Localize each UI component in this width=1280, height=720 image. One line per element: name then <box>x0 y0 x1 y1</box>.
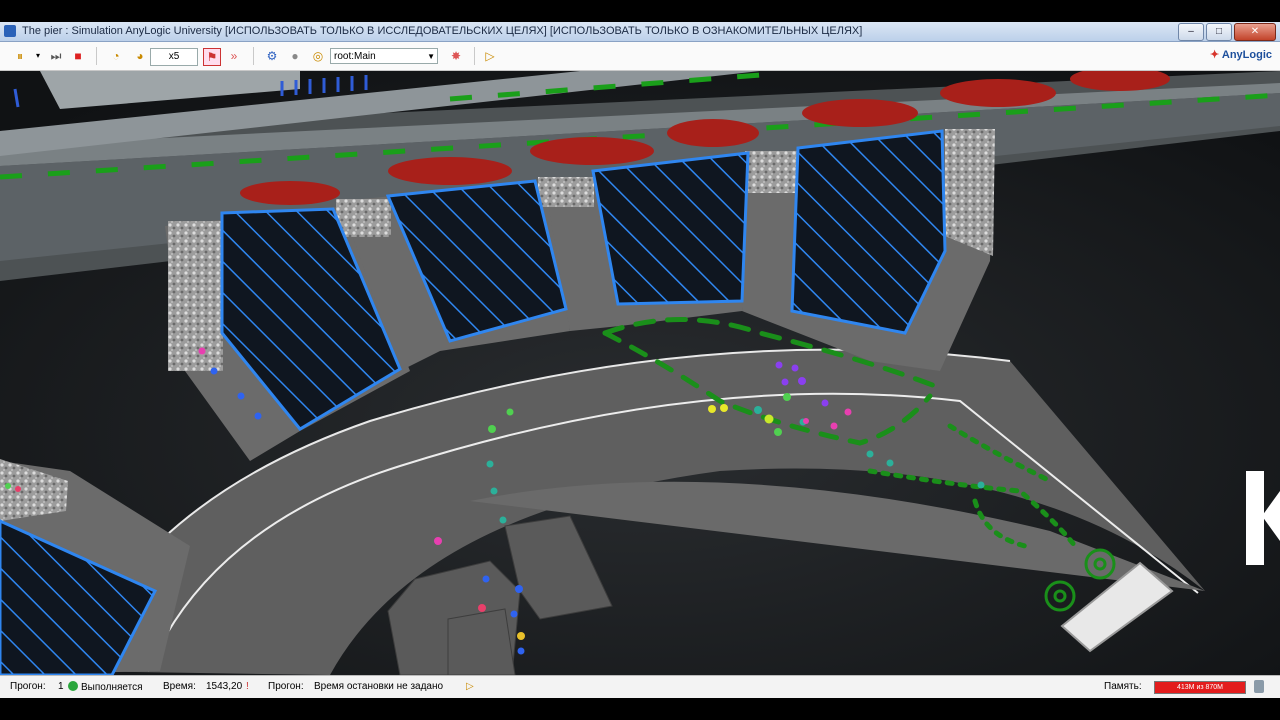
memory-label: Память: <box>1104 681 1142 692</box>
run-state: Выполняется <box>68 681 143 693</box>
brand-logo: ✦ AnyLogic <box>1210 49 1272 61</box>
run-label: Прогон: <box>10 681 46 692</box>
navigation-select-value: root:Main <box>334 51 376 62</box>
running-icon <box>68 681 78 691</box>
run-value: 1 <box>58 681 64 692</box>
close-icon[interactable]: ✕ <box>1234 23 1276 41</box>
run-pause-icon[interactable]: ⏸ <box>12 48 28 64</box>
time-marker-icon: ! <box>246 681 249 692</box>
minimize-icon[interactable]: – <box>1178 23 1204 41</box>
pier-scene <box>0 71 1280 675</box>
realtime-icon[interactable]: ⚑ <box>203 48 221 66</box>
stop-value: Время остановки не задано <box>314 681 444 692</box>
app-icon <box>4 25 16 37</box>
stop-icon[interactable]: ■ <box>70 48 86 64</box>
run-menu-chevron-icon[interactable]: ▾ <box>30 48 46 64</box>
status-bar: Прогон: 1 Выполняется Время: 1543,20 ! П… <box>0 675 1280 698</box>
status-next-icon[interactable]: ▷ <box>466 681 474 692</box>
maximize-icon[interactable]: □ <box>1206 23 1232 41</box>
window-title: The pier : Simulation AnyLogic Universit… <box>22 25 863 37</box>
stop-label: Прогон: <box>268 681 304 692</box>
camera-icon[interactable]: ● <box>287 48 303 64</box>
experiment-icon[interactable]: ✸ <box>448 48 464 64</box>
simulation-3d-view[interactable] <box>0 71 1280 675</box>
simulation-toolbar: ⏸ ▾ ⏭ ■ ◔ ◕ x5 ⚑ » ⚙ ● ◎ root:Main ▼ ✸ ▷… <box>0 42 1280 71</box>
model-explorer-icon[interactable]: ⚙ <box>264 48 280 64</box>
speed-field[interactable]: x5 <box>150 48 198 66</box>
step-icon[interactable]: ⏭ <box>48 48 64 64</box>
navigate-icon[interactable]: ◎ <box>310 48 326 64</box>
navigation-select[interactable]: root:Main ▼ <box>330 48 438 64</box>
chevron-down-icon: ▼ <box>427 52 435 61</box>
window-titlebar[interactable]: The pier : Simulation AnyLogic Universit… <box>0 22 1280 42</box>
faster-icon[interactable]: ◕ <box>132 48 148 64</box>
virtual-time-icon[interactable]: » <box>226 48 242 64</box>
garbage-collect-icon[interactable] <box>1254 680 1264 693</box>
next-icon[interactable]: ▷ <box>482 48 498 64</box>
time-value: 1543,20 <box>206 681 243 692</box>
time-label: Время: <box>163 681 196 692</box>
slower-icon[interactable]: ◔ <box>108 48 124 64</box>
memory-bar: 413M из 870M <box>1154 681 1246 694</box>
